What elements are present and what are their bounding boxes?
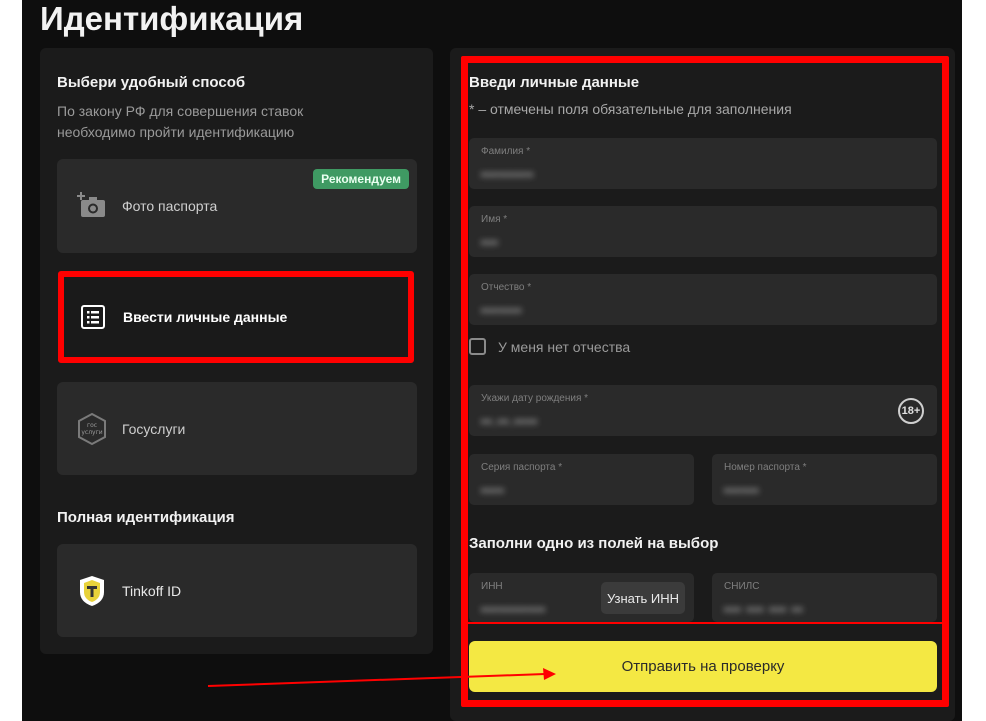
annotation-arrow <box>207 668 556 687</box>
